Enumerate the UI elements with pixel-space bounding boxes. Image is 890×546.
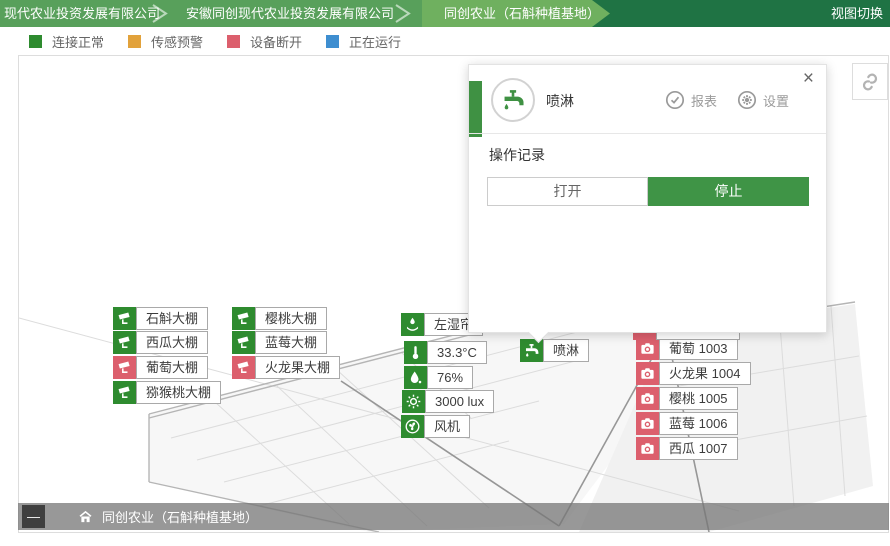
view-switch-button[interactable]: 视图切换: [831, 0, 883, 27]
sensor-label-light[interactable]: 3000 lux: [402, 390, 494, 413]
greenhouse-label-text: 火龙果大棚: [255, 356, 340, 379]
greenhouse-label-text: 石斛大棚: [136, 307, 208, 330]
greenhouse-label-text: 猕猴桃大棚: [136, 381, 221, 404]
legend-label: 正在运行: [349, 32, 401, 51]
sensor-label-humidity[interactable]: 76%: [404, 366, 473, 389]
cctv-camera-icon: [232, 331, 255, 354]
greenhouse-label-text: 蓝莓大棚: [255, 331, 327, 354]
legend-color-disconnected: [227, 35, 240, 48]
humidity-drop-icon: [404, 366, 427, 389]
sun-icon: [402, 390, 425, 413]
photo-camera-icon: [636, 337, 659, 360]
bottom-bar-title: 同创农业（石斛种植基地）: [102, 507, 258, 526]
bottom-title-bar: — 同创农业（石斛种植基地）: [18, 503, 889, 530]
camera-label-huolongguo-1004[interactable]: 火龙果 1004: [636, 362, 751, 385]
legend-color-warning: [128, 35, 141, 48]
collapse-button[interactable]: —: [22, 505, 45, 528]
spray-device-label[interactable]: 喷淋: [520, 339, 589, 362]
legend-label: 连接正常: [52, 32, 104, 51]
greenhouse-label-shihu[interactable]: 石斛大棚: [113, 307, 208, 330]
cctv-camera-icon: [232, 307, 255, 330]
greenhouse-label-xigua[interactable]: 西瓜大棚: [113, 331, 208, 354]
greenhouse-label-text: 葡萄大棚: [136, 356, 208, 379]
camera-label-text: 蓝莓 1006: [659, 412, 738, 435]
close-icon[interactable]: ×: [803, 69, 814, 88]
photo-camera-icon: [636, 437, 659, 460]
breadcrumb-item-company[interactable]: 现代农业投资发展有限公司: [4, 0, 160, 27]
cctv-camera-icon: [113, 307, 136, 330]
greenhouse-label-huolongguo[interactable]: 火龙果大棚: [232, 356, 340, 379]
sensor-label-fan[interactable]: 风机: [401, 415, 470, 438]
greenhouse-label-text: 西瓜大棚: [136, 331, 208, 354]
link-toggle-button[interactable]: [852, 63, 888, 100]
spray-device-label-text: 喷淋: [543, 339, 589, 362]
legend-item-disconnected: 设备断开: [227, 32, 302, 51]
popup-title: 喷淋: [546, 91, 574, 111]
legend-item-sensor-warning: 传感预警: [128, 32, 203, 51]
legend-label: 设备断开: [250, 32, 302, 51]
popup-divider: [469, 133, 826, 134]
thermometer-icon: [404, 341, 427, 364]
open-button[interactable]: 打开: [487, 177, 648, 206]
popup-green-accent: [469, 81, 482, 137]
breadcrumb-item-base-active[interactable]: 同创农业（石斛种植基地）: [422, 0, 610, 27]
operation-log-title: 操作记录: [489, 145, 545, 165]
cctv-camera-icon: [113, 331, 136, 354]
device-avatar: [491, 78, 535, 122]
faucet-icon: [500, 87, 526, 113]
breadcrumb-item-subcompany[interactable]: 安徽同创现代农业投资发展有限公司: [186, 0, 394, 27]
cctv-camera-icon: [232, 356, 255, 379]
photo-camera-icon: [636, 412, 659, 435]
operation-buttons: 打开 停止: [487, 177, 809, 206]
camera-label-text: 葡萄 1003: [659, 337, 738, 360]
cctv-camera-icon: [113, 356, 136, 379]
legend-color-running: [326, 35, 339, 48]
settings-button[interactable]: 设置: [737, 90, 789, 110]
faucet-icon: [520, 339, 543, 362]
camera-label-yingtao-1005[interactable]: 樱桃 1005: [636, 387, 738, 410]
greenhouse-label-text: 樱桃大棚: [255, 307, 327, 330]
legend-color-connected: [29, 35, 42, 48]
camera-label-xigua-1007[interactable]: 西瓜 1007: [636, 437, 738, 460]
camera-label-text: 樱桃 1005: [659, 387, 738, 410]
stop-button[interactable]: 停止: [648, 177, 809, 206]
cctv-camera-icon: [113, 381, 136, 404]
legend-item-connected: 连接正常: [29, 32, 104, 51]
spray-device-popup: 喷淋 报表 设置 × 操作记录 打开 停止: [468, 64, 827, 333]
home-icon[interactable]: [78, 509, 93, 524]
sensor-label-text: 76%: [427, 366, 473, 389]
gear-icon: [737, 90, 757, 110]
wet-curtain-icon: [401, 313, 424, 336]
settings-label: 设置: [763, 91, 789, 110]
check-circle-icon: [665, 90, 685, 110]
greenhouse-label-putao[interactable]: 葡萄大棚: [113, 356, 208, 379]
photo-camera-icon: [636, 362, 659, 385]
camera-label-putao-1003[interactable]: 葡萄 1003: [636, 337, 738, 360]
chain-link-icon: [858, 70, 882, 94]
fan-icon: [401, 415, 424, 438]
sensor-label-temperature[interactable]: 33.3°C: [404, 341, 487, 364]
report-label: 报表: [691, 91, 717, 110]
status-legend: 连接正常 传感预警 设备断开 正在运行: [18, 28, 889, 55]
breadcrumb-bar: 现代农业投资发展有限公司 安徽同创现代农业投资发展有限公司 同创农业（石斛种植基…: [0, 0, 890, 27]
greenhouse-label-lanmei[interactable]: 蓝莓大棚: [232, 331, 327, 354]
camera-label-text: 西瓜 1007: [659, 437, 738, 460]
photo-camera-icon: [636, 387, 659, 410]
camera-label-text: 火龙果 1004: [659, 362, 751, 385]
sensor-label-text: 3000 lux: [425, 390, 494, 413]
legend-label: 传感预警: [151, 32, 203, 51]
legend-item-running: 正在运行: [326, 32, 401, 51]
camera-label-lanmei-1006[interactable]: 蓝莓 1006: [636, 412, 738, 435]
greenhouse-label-mihoutao[interactable]: 猕猴桃大棚: [113, 381, 221, 404]
report-button[interactable]: 报表: [665, 90, 717, 110]
greenhouse-label-yingtao[interactable]: 樱桃大棚: [232, 307, 327, 330]
sensor-label-text: 33.3°C: [427, 341, 487, 364]
sensor-label-text: 风机: [424, 415, 470, 438]
